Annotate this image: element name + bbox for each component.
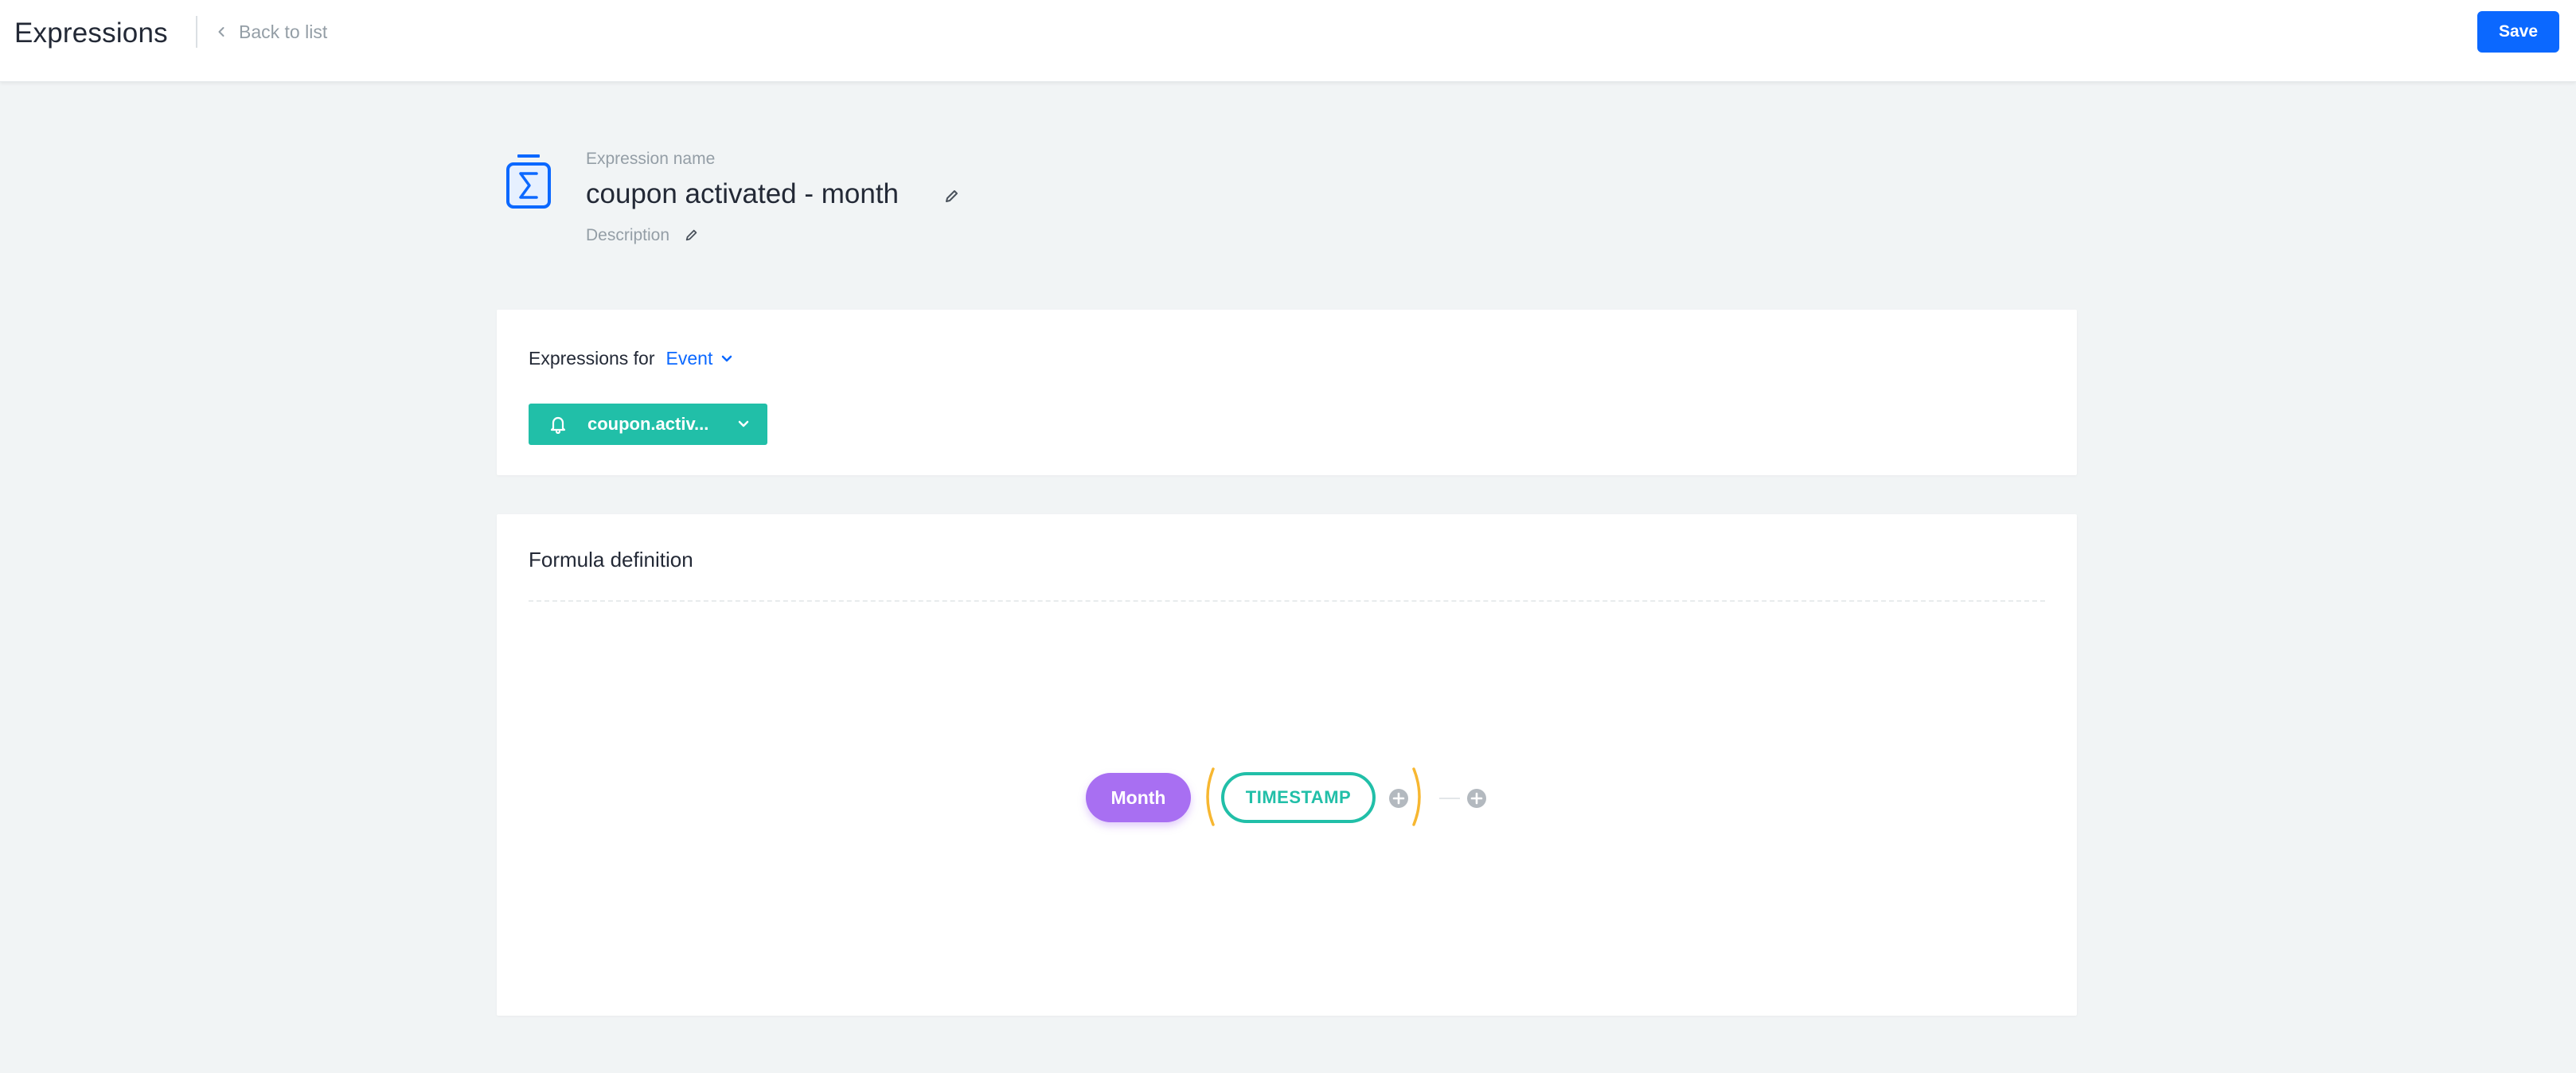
formula-definition-card: Formula definition Month TIMESTAMP (497, 514, 2077, 1016)
top-bar: Expressions Back to list Save (0, 0, 2576, 82)
event-name: coupon.activ... (587, 414, 709, 434)
plus-circle-icon[interactable] (1466, 788, 1487, 809)
back-to-list-label: Back to list (239, 21, 328, 42)
connector-line (1439, 798, 1460, 799)
bell-icon (550, 416, 566, 434)
open-parenthesis (1206, 767, 1215, 826)
pencil-icon[interactable] (944, 188, 960, 204)
expressions-for-value: Event (665, 348, 713, 369)
save-button[interactable]: Save (2477, 11, 2559, 53)
back-to-list-link[interactable]: Back to list (215, 19, 327, 45)
sigma-icon (506, 154, 551, 209)
plus-circle-icon[interactable] (1388, 788, 1409, 809)
event-selection-card: Expressions for Event coupon.activ... (497, 310, 2077, 475)
formula-title: Formula definition (529, 548, 693, 572)
expression-name: coupon activated - month (586, 178, 900, 209)
expressions-for-label: Expressions for (529, 348, 655, 369)
timestamp-argument-pill[interactable]: TIMESTAMP (1221, 772, 1376, 823)
formula-divider (529, 600, 2045, 602)
description-label[interactable]: Description (586, 226, 669, 245)
app-title: Expressions (14, 18, 168, 49)
chevron-down-icon (722, 355, 732, 361)
expressions-for-select[interactable]: Event (666, 348, 734, 369)
close-parenthesis (1412, 767, 1421, 826)
title-divider (196, 16, 197, 48)
pencil-icon[interactable] (685, 228, 699, 242)
expressions-for-row: Expressions for Event (529, 348, 733, 369)
chevron-down-icon (738, 420, 749, 427)
expression-name-label: Expression name (586, 150, 716, 168)
event-dropdown[interactable]: coupon.activ... (529, 404, 767, 445)
month-function-pill[interactable]: Month (1086, 773, 1191, 822)
chevron-left-icon (218, 27, 224, 37)
